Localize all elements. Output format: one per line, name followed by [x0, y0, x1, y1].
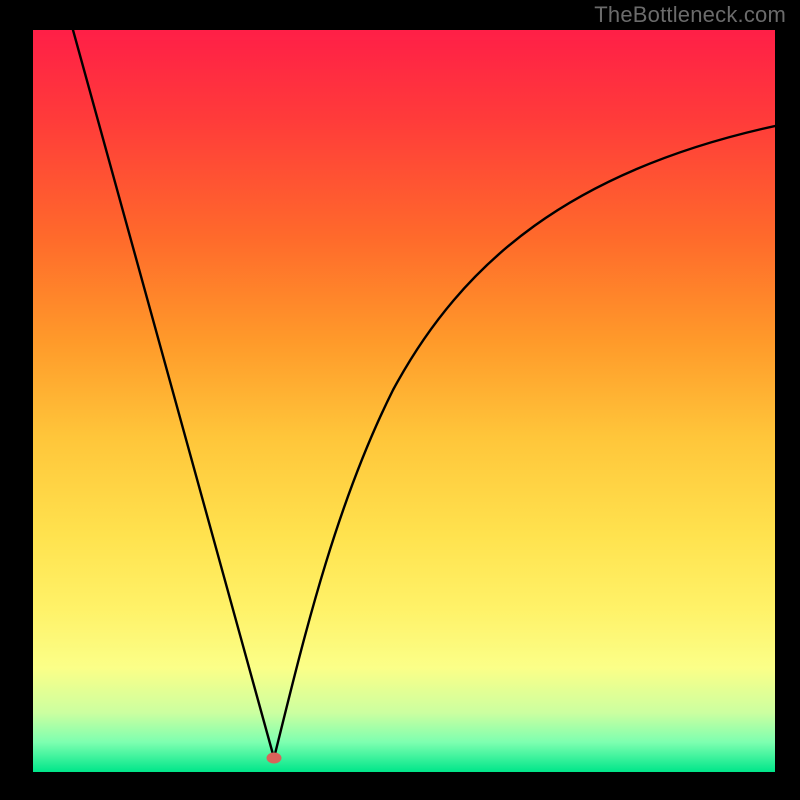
- optimum-marker: [267, 752, 282, 763]
- curve-left-branch: [73, 30, 274, 758]
- plot-area: [33, 30, 775, 772]
- curve-right-branch: [274, 126, 775, 758]
- watermark-text: TheBottleneck.com: [594, 2, 786, 28]
- chart-frame: TheBottleneck.com: [0, 0, 800, 800]
- bottleneck-curve: [33, 30, 775, 772]
